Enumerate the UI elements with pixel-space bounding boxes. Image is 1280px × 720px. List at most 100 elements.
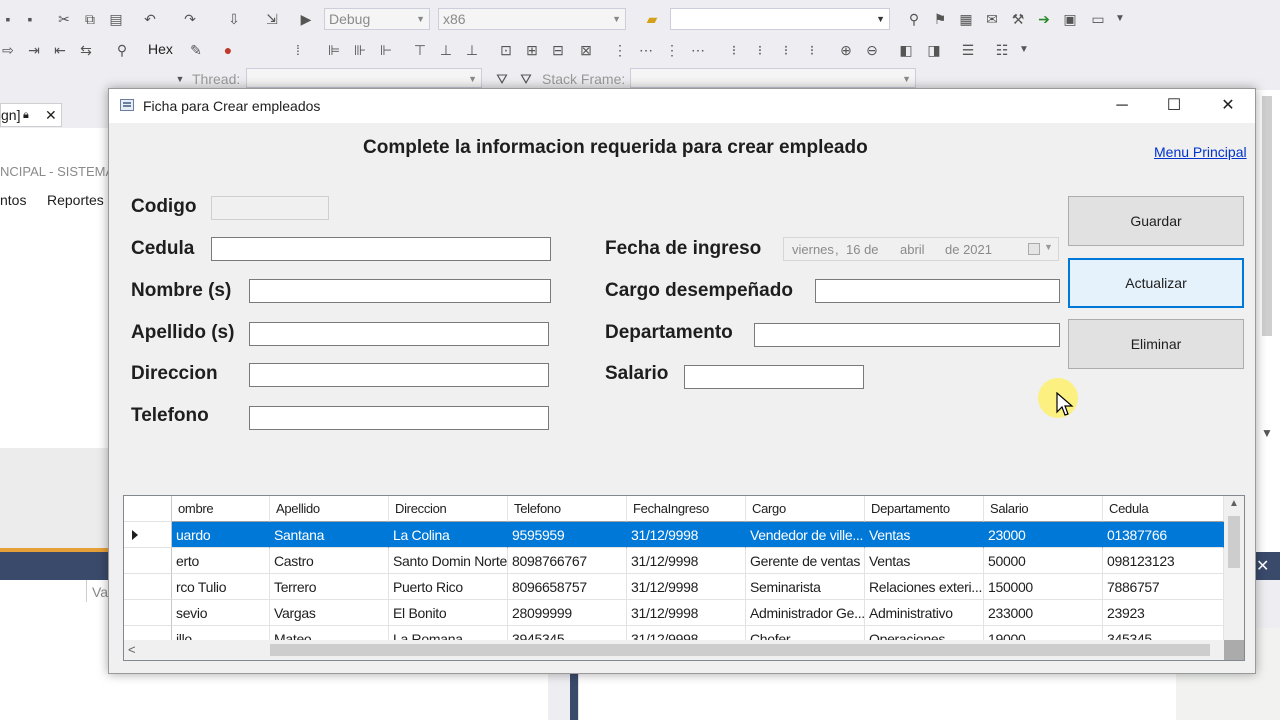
table-row[interactable]: uardo Santana La Colina 9595959 31/12/9998 Ve… <box>124 522 1224 548</box>
start-icon[interactable]: ▶ <box>298 11 314 27</box>
cell-apellido[interactable]: Vargas <box>270 600 389 626</box>
spacing-icon-4[interactable]: ⋯ <box>690 42 706 58</box>
scroll-left-icon[interactable]: < <box>128 642 136 657</box>
cell-cedula[interactable]: 01387766 <box>1103 522 1224 548</box>
size-icon-2[interactable]: ⊞ <box>524 42 540 58</box>
cargo-field[interactable] <box>815 279 1060 303</box>
align-icon-1[interactable]: ⁞ <box>290 42 306 58</box>
cell-telefono[interactable]: 8096658757 <box>508 574 627 600</box>
find-combo[interactable]: ▼ <box>670 8 890 30</box>
departamento-field[interactable] <box>754 323 1060 347</box>
cell-salario[interactable]: 19000 <box>984 626 1103 640</box>
size-icon-4[interactable]: ⊠ <box>578 42 594 58</box>
cell-salario[interactable]: 233000 <box>984 600 1103 626</box>
cell-telefono[interactable]: 28099999 <box>508 600 627 626</box>
close-button[interactable]: ✕ <box>1201 89 1255 123</box>
guardar-button[interactable]: Guardar <box>1068 196 1244 246</box>
save-icon[interactable]: ▪ <box>0 11 16 27</box>
size-icon-1[interactable]: ⊡ <box>498 42 514 58</box>
row-header[interactable] <box>124 600 172 626</box>
cell-departamento[interactable]: Ventas <box>865 522 984 548</box>
cell-departamento[interactable]: Ventas <box>865 548 984 574</box>
align-icon-7[interactable]: ⊥ <box>464 42 480 58</box>
save-all-icon[interactable]: ▪ <box>22 11 38 27</box>
close-icon[interactable]: ✕ <box>45 104 57 126</box>
grid-horizontal-scrollbar[interactable]: < <box>124 640 1224 660</box>
row-header[interactable] <box>124 548 172 574</box>
copy-icon[interactable]: ⧉ <box>82 11 98 27</box>
tool-icon-1[interactable]: ⚲ <box>906 11 922 27</box>
menu-principal-link[interactable]: Menu Principal <box>1154 144 1247 160</box>
column-header-salario[interactable]: Salario <box>984 496 1103 522</box>
vertical-scroll-thumb[interactable] <box>1228 516 1240 568</box>
nombre-field[interactable] <box>249 279 551 303</box>
cell-apellido[interactable]: Castro <box>270 548 389 574</box>
column-header-departamento[interactable]: Departamento <box>865 496 984 522</box>
close-icon[interactable]: ✕ <box>1256 556 1269 576</box>
column-header-cargo[interactable]: Cargo <box>746 496 865 522</box>
cell-apellido[interactable]: Mateo <box>270 626 389 640</box>
column-header-apellido[interactable]: Apellido <box>270 496 389 522</box>
spacing-icon-2[interactable]: ⋯ <box>638 42 654 58</box>
align-icon-3[interactable]: ⊪ <box>352 42 368 58</box>
direccion-field[interactable] <box>249 363 549 387</box>
export-icon[interactable]: ➔ <box>1036 11 1052 27</box>
spacing-icon-5[interactable]: ⁝ <box>726 42 742 58</box>
cell-apellido[interactable]: Terrero <box>270 574 389 600</box>
cell-direccion[interactable]: El Bonito <box>389 600 508 626</box>
tool-icon-4[interactable]: ✉ <box>984 11 1000 27</box>
eliminar-button[interactable]: Eliminar <box>1068 319 1244 369</box>
redo-icon[interactable]: ↷ <box>182 11 198 27</box>
telefono-field[interactable] <box>249 406 549 430</box>
cell-cargo[interactable]: Administrador Ge... <box>746 600 865 626</box>
chevron-down-icon[interactable]: ▼ <box>1112 11 1128 27</box>
cell-cargo[interactable]: Seminarista <box>746 574 865 600</box>
menu-item-reportes[interactable]: Reportes <box>47 192 104 208</box>
cell-departamento[interactable]: Relaciones exteri... <box>865 574 984 600</box>
cell-fechaingreso[interactable]: 31/12/9998 <box>627 626 746 640</box>
cell-nombre[interactable]: illo <box>172 626 270 640</box>
step-out-icon[interactable]: ⇆ <box>78 42 94 58</box>
align-icon-2[interactable]: ⊫ <box>326 42 342 58</box>
table-row[interactable]: illo Mateo La Romana 3945345 31/12/9998 Chofe… <box>124 626 1224 640</box>
window-icon[interactable]: ▭ <box>1090 11 1106 27</box>
chevron-down-icon[interactable]: ▼ <box>1044 242 1053 252</box>
cell-departamento[interactable]: Administrativo <box>865 600 984 626</box>
order-icon-2[interactable]: ◨ <box>926 42 942 58</box>
cell-cargo[interactable]: Vendedor de ville... <box>746 522 865 548</box>
cell-direccion[interactable]: La Romana <box>389 626 508 640</box>
filter-icon[interactable]: ⛛ <box>494 71 510 87</box>
platform-dropdown[interactable]: x86 ▼ <box>438 8 626 30</box>
spacing-icon-1[interactable]: ⋮ <box>612 42 628 58</box>
menu-item-movimientos[interactable]: ntos <box>0 192 26 208</box>
chevron-down-icon[interactable]: ▼ <box>1261 426 1273 440</box>
cedula-field[interactable] <box>211 237 551 261</box>
center-icon-2[interactable]: ⊖ <box>864 42 880 58</box>
cell-cedula[interactable]: 23923 <box>1103 600 1224 626</box>
column-header-telefono[interactable]: Telefono <box>508 496 627 522</box>
cell-direccion[interactable]: Santo Domin Norte <box>389 548 508 574</box>
folder-icon[interactable]: ▰ <box>644 11 660 27</box>
undo-icon[interactable]: ↶ <box>142 11 158 27</box>
cell-nombre[interactable]: erto <box>172 548 270 574</box>
actualizar-button[interactable]: Actualizar <box>1068 258 1244 308</box>
cell-telefono[interactable]: 3945345 <box>508 626 627 640</box>
cell-cedula[interactable]: 345345 <box>1103 626 1224 640</box>
cell-salario[interactable]: 23000 <box>984 522 1103 548</box>
column-header-fechaingreso[interactable]: FechaIngreso <box>627 496 746 522</box>
column-header-nombre[interactable]: ombre <box>172 496 270 522</box>
cell-salario[interactable]: 150000 <box>984 574 1103 600</box>
maximize-button[interactable]: ☐ <box>1147 89 1201 123</box>
pin-icon[interactable]: 🔒︎ <box>23 104 29 126</box>
row-header[interactable] <box>124 626 172 640</box>
cell-fechaingreso[interactable]: 31/12/9998 <box>627 548 746 574</box>
scroll-up-icon[interactable]: ▲ <box>1229 498 1239 509</box>
fecha-datepicker[interactable]: viernes , 16 de abril de 2021 ▼ <box>783 237 1059 261</box>
cell-direccion[interactable]: La Colina <box>389 522 508 548</box>
format-icon[interactable]: ✎ <box>188 42 204 58</box>
row-header[interactable] <box>124 522 172 548</box>
cell-nombre[interactable]: rco Tulio <box>172 574 270 600</box>
size-icon-3[interactable]: ⊟ <box>550 42 566 58</box>
center-icon-1[interactable]: ⊕ <box>838 42 854 58</box>
table-row[interactable]: rco Tulio Terrero Puerto Rico 8096658757 31/… <box>124 574 1224 600</box>
